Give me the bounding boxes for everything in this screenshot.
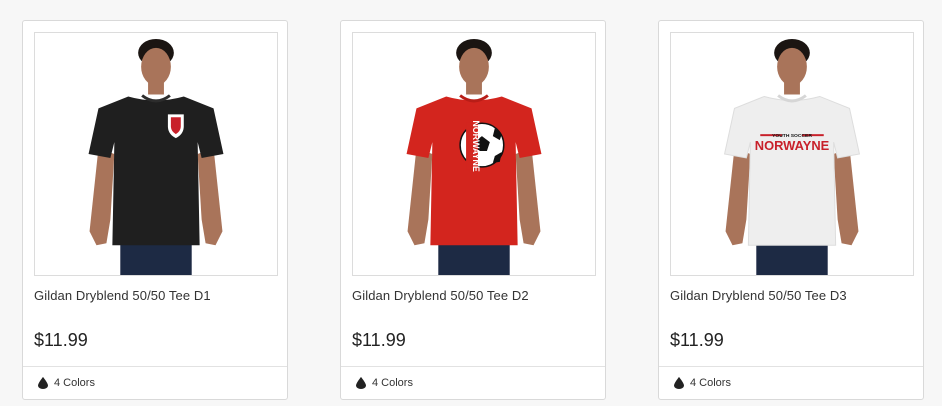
water-drop-icon [674,377,684,389]
product-card[interactable]: NORWAYNE Gildan Dryblend 50/50 Tee D2 $1… [340,20,606,400]
water-drop-icon [38,377,48,389]
design-text: NORWAYNE [471,120,481,172]
color-options[interactable]: 4 Colors [341,366,605,399]
product-image[interactable] [34,32,278,276]
color-options[interactable]: 4 Colors [23,366,287,399]
color-count: 4 Colors [54,377,95,389]
product-card[interactable]: YOUTH SOCCER NORWAYNE Gildan Dryblend 50… [658,20,924,400]
product-price: $11.99 [352,330,406,350]
product-image[interactable]: YOUTH SOCCER NORWAYNE [670,32,914,276]
product-image[interactable]: NORWAYNE [352,32,596,276]
color-options[interactable]: 4 Colors [659,366,923,399]
product-title[interactable]: Gildan Dryblend 50/50 Tee D3 [670,288,914,303]
product-title[interactable]: Gildan Dryblend 50/50 Tee D2 [352,288,596,303]
water-drop-icon [356,377,366,389]
product-price: $11.99 [34,330,88,350]
product-price: $11.99 [670,330,724,350]
design-text: NORWAYNE [755,138,830,153]
product-title[interactable]: Gildan Dryblend 50/50 Tee D1 [34,288,278,303]
color-count: 4 Colors [690,377,731,389]
color-count: 4 Colors [372,377,413,389]
product-card[interactable]: Gildan Dryblend 50/50 Tee D1 $11.99 4 Co… [22,20,288,400]
